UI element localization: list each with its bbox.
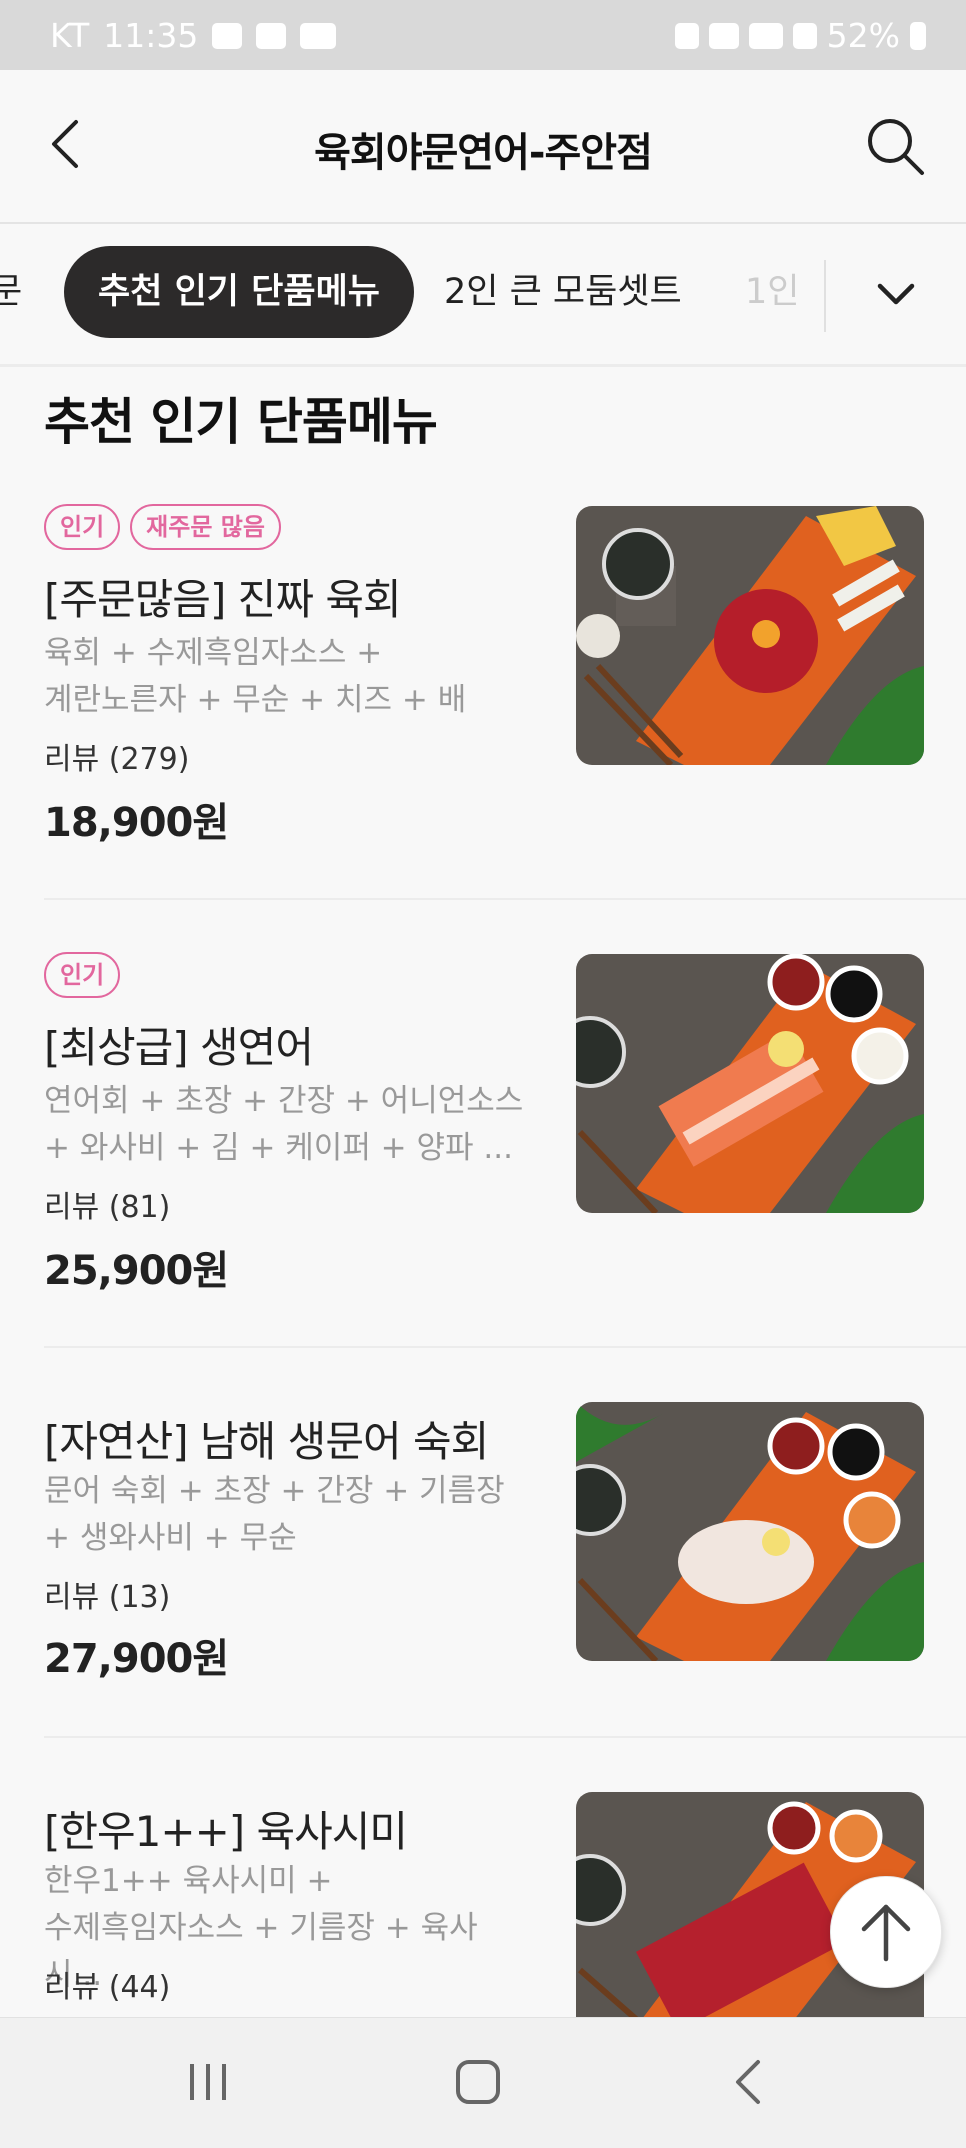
gallery-icon [212, 22, 243, 49]
system-back-icon[interactable] [720, 2052, 780, 2112]
menu-item-description: 연어회 + 초장 + 간장 + 어니언소스 + 와사비 + 김 + 케이퍼 + 양… [44, 1083, 524, 1166]
item-separator [44, 898, 966, 900]
review-count: 리뷰 (13) [44, 1580, 171, 1615]
system-nav-bar [0, 2017, 966, 2148]
menu-item-price: 27,900원 [44, 1636, 229, 1682]
tab-one-person[interactable]: 1인 [745, 246, 799, 338]
review-count: 리뷰 (279) [44, 742, 190, 777]
page-title: 육회야문연어-주안점 [314, 130, 653, 176]
battery-icon [910, 21, 926, 50]
item-separator [44, 1346, 966, 1348]
tab-divider [824, 260, 826, 332]
menu-item-description: 육회 + 수제흑임자소스 + 계란노른자 + 무순 + 치즈 + 배 [44, 635, 467, 718]
menu-item-description: 문어 숙회 + 초장 + 간장 + 기름장 + 생와사비 + 무순 [44, 1473, 505, 1556]
menu-item-photo [576, 506, 924, 765]
chevron-down-icon[interactable] [872, 274, 920, 314]
scroll-top-button[interactable] [830, 1876, 942, 1988]
section-title: 추천 인기 단품메뉴 [44, 393, 438, 451]
category-tabs: 문 추천 인기 단품메뉴 2인 큰 모둠셋트 1인 [0, 224, 966, 367]
menu-item-price: 18,900원 [44, 800, 229, 846]
status-bar: KT 11:35 52% [0, 0, 966, 70]
menu-item-name: [최상급] 생연어 [44, 1023, 314, 1072]
mute-icon [674, 22, 699, 49]
notification-icon [256, 22, 287, 49]
item-separator [44, 1736, 966, 1738]
youtube-icon [300, 22, 337, 49]
badge-group: 인기 [44, 952, 121, 998]
menu-item-photo [576, 954, 924, 1213]
arrow-up-icon [861, 1904, 911, 1962]
menu-item-photo [576, 1402, 924, 1661]
signal-icon [792, 22, 817, 49]
wifi-icon [708, 22, 739, 49]
menu-item-name: [자연산] 남해 생문어 숙회 [44, 1417, 489, 1466]
badge-popular: 인기 [44, 952, 121, 998]
badge-group: 인기 재주문 많음 [44, 504, 281, 550]
tab-partial-left[interactable]: 문 [0, 246, 22, 338]
menu-item-name: [한우1++] 육사시미 [44, 1807, 408, 1856]
menu-item-name: [주문많음] 진짜 육회 [44, 575, 402, 624]
hd-icon [748, 22, 783, 49]
menu-item-price: 25,900원 [44, 1248, 229, 1294]
clock: 11:35 [103, 16, 199, 55]
recent-apps-icon[interactable] [178, 2052, 238, 2112]
review-count: 리뷰 (81) [44, 1190, 171, 1225]
search-icon[interactable] [864, 115, 926, 177]
home-icon[interactable] [448, 2052, 508, 2112]
badge-reorder: 재주문 많음 [130, 504, 281, 550]
tab-popular-single[interactable]: 추천 인기 단품메뉴 [64, 246, 414, 338]
tab-two-person-set[interactable]: 2인 큰 모둠셋트 [444, 246, 682, 338]
battery-percent: 52% [826, 16, 900, 55]
carrier-label: KT [50, 16, 90, 55]
review-count: 리뷰 (44) [44, 1970, 171, 2005]
app-header: 육회야문연어-주안점 [0, 70, 966, 224]
badge-popular: 인기 [44, 504, 121, 550]
